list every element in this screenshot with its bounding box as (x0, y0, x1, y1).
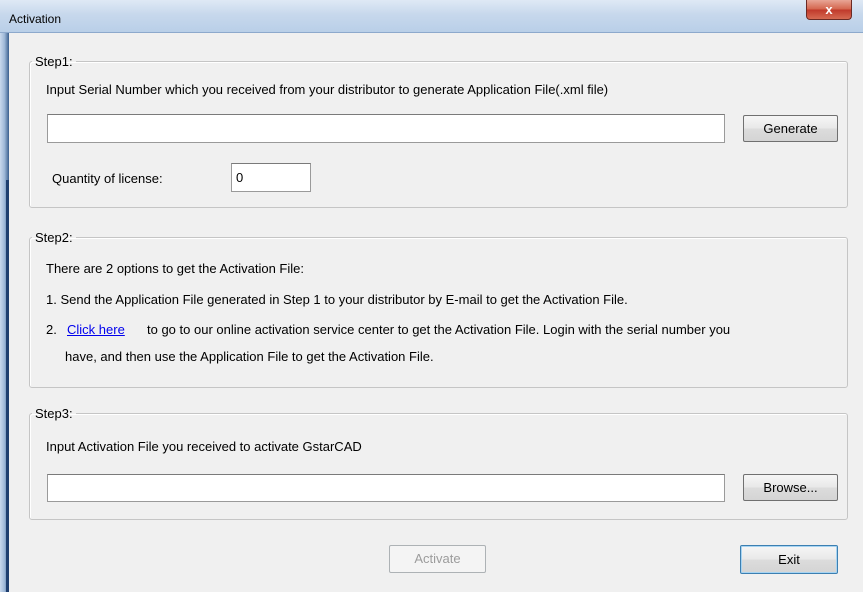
serial-number-input[interactable] (47, 114, 725, 143)
step2-group: Step2: (29, 230, 848, 388)
step2-option2-line1: to go to our online activation service c… (147, 322, 731, 337)
step3-group: Step3: (29, 406, 848, 520)
close-button[interactable]: x (806, 0, 852, 20)
step1-legend: Step1: (35, 54, 73, 69)
title-bar[interactable]: Activation x (0, 0, 863, 33)
exit-button[interactable]: Exit (740, 545, 838, 574)
step2-option2-number: 2. (46, 322, 57, 337)
step2-legend: Step2: (35, 230, 73, 245)
window-left-border (0, 0, 9, 592)
browse-button[interactable]: Browse... (743, 474, 838, 501)
step2-option1: 1. Send the Application File generated i… (46, 292, 628, 307)
step3-instruction: Input Activation File you received to ac… (46, 439, 362, 454)
step2-option2-line2: have, and then use the Application File … (65, 349, 434, 364)
step1-instruction: Input Serial Number which you received f… (46, 82, 609, 97)
window-title: Activation (9, 12, 62, 26)
quantity-input[interactable] (231, 163, 311, 192)
quantity-label: Quantity of license: (52, 171, 163, 186)
close-icon: x (825, 2, 833, 17)
step2-intro: There are 2 options to get the Activatio… (46, 261, 304, 276)
click-here-link[interactable]: Click here (67, 322, 125, 337)
generate-button[interactable]: Generate (743, 115, 838, 142)
dialog-body: Step1: Input Serial Number which you rec… (9, 33, 863, 592)
activate-button[interactable]: Activate (389, 545, 486, 573)
step3-legend: Step3: (35, 406, 73, 421)
activation-file-input[interactable] (47, 474, 725, 502)
